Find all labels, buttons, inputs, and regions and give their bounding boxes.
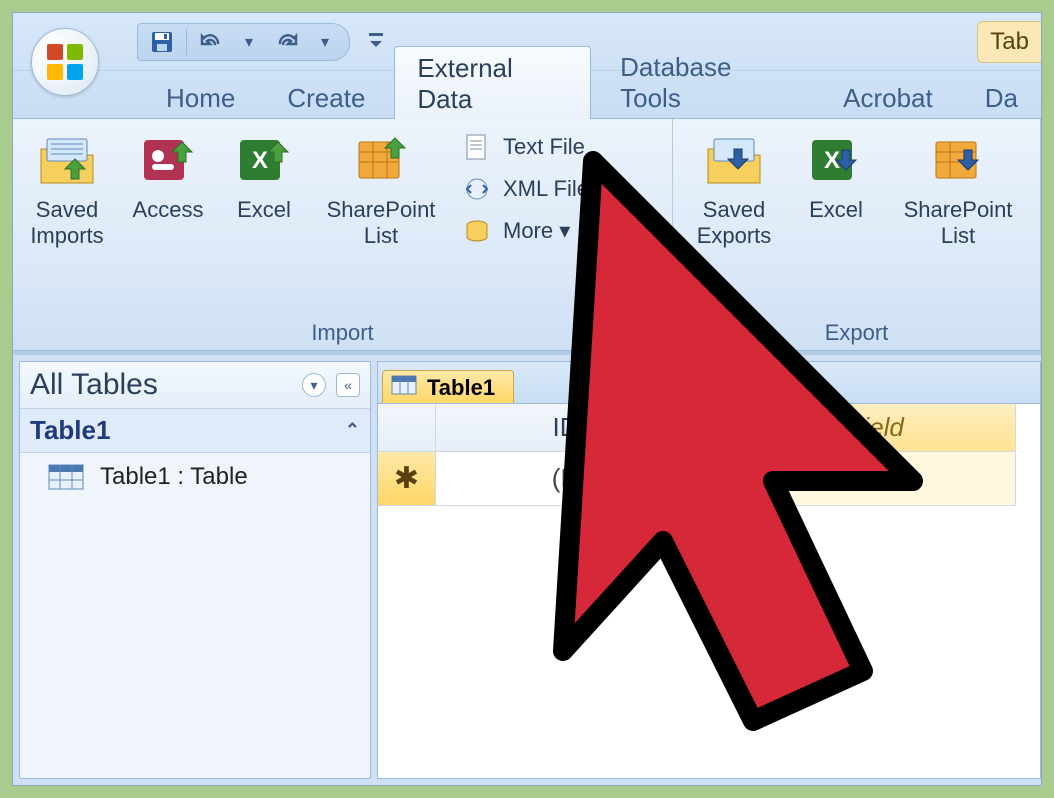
tab-partial[interactable]: Da	[962, 76, 1041, 118]
tab-external-data[interactable]: External Data	[394, 46, 591, 119]
sharepoint-export-icon	[926, 131, 990, 191]
table-icon	[48, 464, 84, 490]
contextual-tab-title: Tab	[977, 21, 1041, 63]
office-button[interactable]	[31, 28, 99, 96]
access-icon	[136, 131, 200, 191]
sharepoint-import-icon	[349, 131, 413, 191]
collapse-icon: ⌃	[345, 420, 360, 441]
import-excel-label: Excel	[237, 197, 291, 223]
save-icon[interactable]	[148, 28, 176, 56]
sheet-tab-table1[interactable]: Table1	[382, 370, 514, 403]
sheet-tab-label: Table1	[427, 375, 495, 401]
excel-import-icon: X	[232, 131, 296, 191]
export-group-label: Export	[679, 318, 1034, 350]
import-excel-button[interactable]: X Excel	[221, 125, 307, 318]
column-header-add-new[interactable]: ew Field	[696, 404, 1016, 452]
export-excel-label: Excel	[809, 197, 863, 223]
cell-id-new[interactable]: (N	[436, 452, 696, 506]
xml-file-icon	[459, 173, 495, 205]
qat-box: ▾ ▾	[137, 23, 350, 61]
column-header-row: ID ew Field	[378, 404, 1040, 452]
ribbon-group-export: Saved Exports X Excel SharePoint List Ex…	[673, 119, 1041, 350]
nav-collapse-icon[interactable]: «	[336, 373, 360, 397]
folder-export-icon	[702, 131, 766, 191]
nav-item-table1[interactable]: Table1 : Table	[20, 453, 370, 501]
database-more-icon	[459, 215, 495, 247]
ribbon-group-import: Saved Imports Access X Excel	[13, 119, 673, 350]
new-record-row[interactable]: ✱ (N	[378, 452, 1040, 506]
import-text-file-button[interactable]: Text File	[455, 127, 615, 167]
datasheet: Table1 ID ew Field ✱ (N	[377, 361, 1041, 779]
export-excel-button[interactable]: X Excel	[793, 125, 879, 318]
tab-acrobat[interactable]: Acrobat	[820, 76, 956, 118]
nav-item-label: Table1 : Table	[100, 463, 248, 491]
tab-create[interactable]: Create	[264, 76, 388, 118]
sheet-grid[interactable]: ID ew Field ✱ (N	[378, 404, 1040, 506]
app-frame: ▾ ▾ Tab Home Create External Data Databa…	[12, 12, 1042, 786]
import-text-file-label: Text File	[503, 134, 585, 160]
ribbon: Saved Imports Access X Excel	[13, 119, 1041, 351]
table-tab-icon	[391, 375, 417, 401]
import-sharepoint-label: SharePoint List	[327, 197, 436, 250]
ribbon-tabs: Home Create External Data Database Tools…	[13, 71, 1041, 119]
import-more-button[interactable]: More ▾	[455, 211, 615, 251]
cell-new-field[interactable]	[696, 452, 1016, 506]
import-xml-file-label: XML File	[503, 176, 589, 202]
select-all-cell[interactable]	[378, 404, 436, 452]
office-logo-icon	[47, 44, 83, 80]
import-access-label: Access	[133, 197, 204, 223]
saved-imports-button[interactable]: Saved Imports	[19, 125, 115, 318]
import-group-label: Import	[19, 318, 666, 350]
navigation-pane: All Tables ▾ « Table1 ⌃ Table1 : Table	[19, 361, 371, 779]
saved-imports-label: Saved Imports	[30, 197, 103, 250]
redo-dropdown-icon[interactable]: ▾	[311, 28, 339, 56]
export-sharepoint-label: SharePoint List	[904, 197, 1013, 250]
dropdown-caret-icon: ▾	[559, 218, 570, 243]
saved-exports-button[interactable]: Saved Exports	[679, 125, 789, 318]
tab-home[interactable]: Home	[143, 76, 258, 118]
svg-text:X: X	[252, 147, 268, 174]
undo-icon[interactable]	[197, 28, 225, 56]
nav-group-label: Table1	[30, 415, 110, 446]
tab-database-tools[interactable]: Database Tools	[597, 45, 814, 118]
customize-qat-icon[interactable]	[366, 28, 386, 56]
import-more-label: More ▾	[503, 218, 570, 244]
nav-pane-header[interactable]: All Tables ▾ «	[20, 362, 370, 409]
nav-group-table1[interactable]: Table1 ⌃	[20, 409, 370, 453]
content-area: All Tables ▾ « Table1 ⌃ Table1 : Table	[13, 351, 1041, 785]
import-sharepoint-button[interactable]: SharePoint List	[311, 125, 451, 318]
nav-dropdown-icon[interactable]: ▾	[302, 373, 326, 397]
saved-exports-label: Saved Exports	[697, 197, 772, 250]
undo-dropdown-icon[interactable]: ▾	[235, 28, 263, 56]
sheet-tab-bar: Table1	[378, 362, 1040, 404]
export-sharepoint-button[interactable]: SharePoint List	[883, 125, 1033, 318]
import-xml-file-button[interactable]: XML File	[455, 169, 615, 209]
import-access-button[interactable]: Access	[119, 125, 217, 318]
text-file-icon	[459, 131, 495, 163]
column-header-id[interactable]: ID	[436, 404, 696, 452]
folder-import-icon	[35, 131, 99, 191]
redo-icon[interactable]	[273, 28, 301, 56]
nav-pane-title: All Tables	[30, 368, 158, 402]
excel-export-icon: X	[804, 131, 868, 191]
import-more-stack: Text File XML File More ▾	[455, 125, 615, 318]
row-selector-new[interactable]: ✱	[378, 452, 436, 506]
